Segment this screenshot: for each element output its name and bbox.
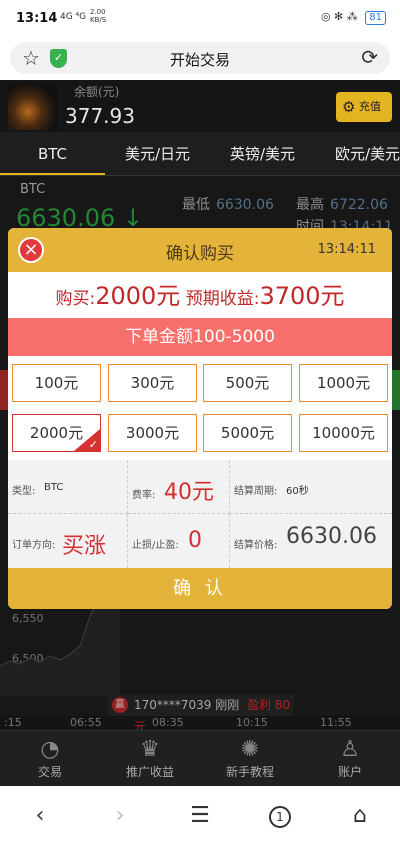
- period-cell: 结算周期: 60秒: [230, 460, 392, 514]
- reload-icon[interactable]: ⟳: [361, 45, 378, 69]
- tab-usd-jpy[interactable]: 美元/日元: [105, 132, 210, 175]
- bottom-nav: ◔ 交易 ♛ 推广收益 ✺ 新手教程 ♙ 账户: [0, 730, 400, 786]
- recharge-label: 充值: [358, 100, 381, 113]
- avatar: [8, 84, 58, 130]
- amount-option-300[interactable]: 300元: [108, 364, 197, 402]
- direction-label: 订单方向:: [12, 540, 56, 551]
- page-title: 开始交易: [169, 51, 230, 69]
- purchase-summary: 购买:2000元 预期收益:3700元: [8, 276, 392, 316]
- confirm-button[interactable]: 确 认: [8, 568, 392, 609]
- tabs-count-icon[interactable]: 1: [260, 802, 300, 828]
- crown-icon: ♛: [140, 737, 160, 762]
- nav-promotion-label: 推广收益: [125, 765, 174, 779]
- buy-amount: 2000元: [95, 282, 181, 310]
- home-icon[interactable]: ⌂: [340, 803, 380, 828]
- nav-tutorial-label: 新手教程: [225, 765, 274, 779]
- amount-option-3000[interactable]: 3000元: [108, 414, 197, 452]
- stop-value: 0: [188, 528, 202, 553]
- tab-eur-usd[interactable]: 欧元/美元: [315, 132, 400, 175]
- settle-cell: 结算价格: 6630.06: [230, 514, 392, 568]
- address-bar[interactable]: ☆ ✓ 开始交易 ⟳: [10, 42, 390, 74]
- menu-icon[interactable]: ☰: [180, 803, 220, 828]
- expected-amount: 3700元: [259, 282, 345, 310]
- amount-option-2000[interactable]: 2000元 ✓: [12, 414, 101, 452]
- battery-icon: 81: [365, 11, 386, 25]
- settle-label: 结算价格:: [234, 540, 278, 551]
- fee-label: 费率:: [132, 490, 156, 501]
- dialog-header: × 确认购买 13:14:11: [8, 228, 392, 272]
- status-bar: 13:14 4G ⁴G 2.00 KB/S ◎ ✻ ⁂ 81: [0, 0, 400, 36]
- direction-cell: 订单方向: 买涨: [8, 514, 128, 568]
- status-right-icons: ◎ ✻ ⁂ 81: [321, 10, 386, 25]
- type-cell: 类型: BTC: [8, 460, 128, 514]
- network-speed-unit: KB/S: [90, 16, 107, 24]
- amount-options: 100元 300元 500元 1000元 2000元 ✓ 3000元 5000元…: [8, 358, 392, 454]
- check-icon: ✓: [88, 438, 98, 451]
- back-icon[interactable]: ‹: [20, 803, 60, 828]
- account-header: 余额(元) 377.93 ⚙ 充值: [0, 80, 400, 132]
- network-speed-value: 2.00: [90, 8, 106, 16]
- status-time: 13:14: [16, 11, 58, 26]
- expected-label: 预期收益:: [185, 289, 260, 309]
- nav-trade[interactable]: ◔ 交易: [0, 731, 100, 786]
- signal-icon: 4G ⁴G: [60, 12, 87, 22]
- type-value: BTC: [44, 482, 64, 493]
- amount-option-500[interactable]: 500元: [203, 364, 292, 402]
- user-icon: ♙: [340, 737, 360, 762]
- amount-option-100[interactable]: 100元: [12, 364, 101, 402]
- chart-circle-icon: ◔: [40, 737, 60, 762]
- status-icons: ◎ ✻ ⁂: [320, 10, 358, 23]
- amount-option-5000[interactable]: 5000元: [203, 414, 292, 452]
- nav-promotion[interactable]: ♛ 推广收益: [100, 731, 200, 786]
- stop-cell: 止损/止盈: 0: [128, 514, 230, 568]
- browser-bottom-bar: ‹ › ☰ 1 ⌂: [0, 786, 400, 844]
- browser-toolbar: ☆ ✓ 开始交易 ⟳: [0, 36, 400, 80]
- nav-tutorial[interactable]: ✺ 新手教程: [200, 731, 300, 786]
- network-speed: 2.00 KB/S: [90, 8, 106, 24]
- balance-label: 余额(元): [74, 85, 120, 99]
- fee-cell: 费率: 40元: [128, 460, 230, 514]
- order-details: 类型: BTC 费率: 40元 结算周期: 60秒 订单方向: 买涨 止损/止盈…: [8, 460, 392, 568]
- confirm-purchase-dialog: × 确认购买 13:14:11 购买:2000元 预期收益:3700元 下单金额…: [8, 228, 392, 609]
- aperture-icon: ✺: [240, 737, 260, 762]
- tab-btc[interactable]: BTC: [0, 132, 105, 175]
- amount-option-1000[interactable]: 1000元: [299, 364, 388, 402]
- dialog-time: 13:14:11: [317, 242, 376, 257]
- period-value: 60秒: [286, 486, 309, 497]
- settle-value: 6630.06: [286, 524, 377, 549]
- balance-value: 377.93: [65, 104, 135, 128]
- gear-icon: ⚙: [342, 98, 356, 116]
- tab-gbp-usd[interactable]: 英镑/美元: [210, 132, 315, 175]
- fee-value: 40元: [164, 480, 214, 505]
- nav-account[interactable]: ♙ 账户: [300, 731, 400, 786]
- amount-range-banner: 下单金额100-5000: [8, 318, 392, 356]
- forward-icon[interactable]: ›: [100, 803, 140, 828]
- direction-value: 买涨: [62, 534, 107, 559]
- amount-option-10000[interactable]: 10000元: [299, 414, 388, 452]
- type-label: 类型:: [12, 486, 36, 497]
- buy-label: 购买:: [55, 289, 96, 309]
- nav-trade-label: 交易: [37, 765, 62, 779]
- market-tabs: BTC 美元/日元 英镑/美元 欧元/美元: [0, 132, 400, 176]
- stop-label: 止损/止盈:: [132, 540, 179, 551]
- nav-account-label: 账户: [337, 765, 362, 779]
- recharge-button[interactable]: ⚙ 充值: [336, 92, 392, 122]
- period-label: 结算周期:: [234, 486, 278, 497]
